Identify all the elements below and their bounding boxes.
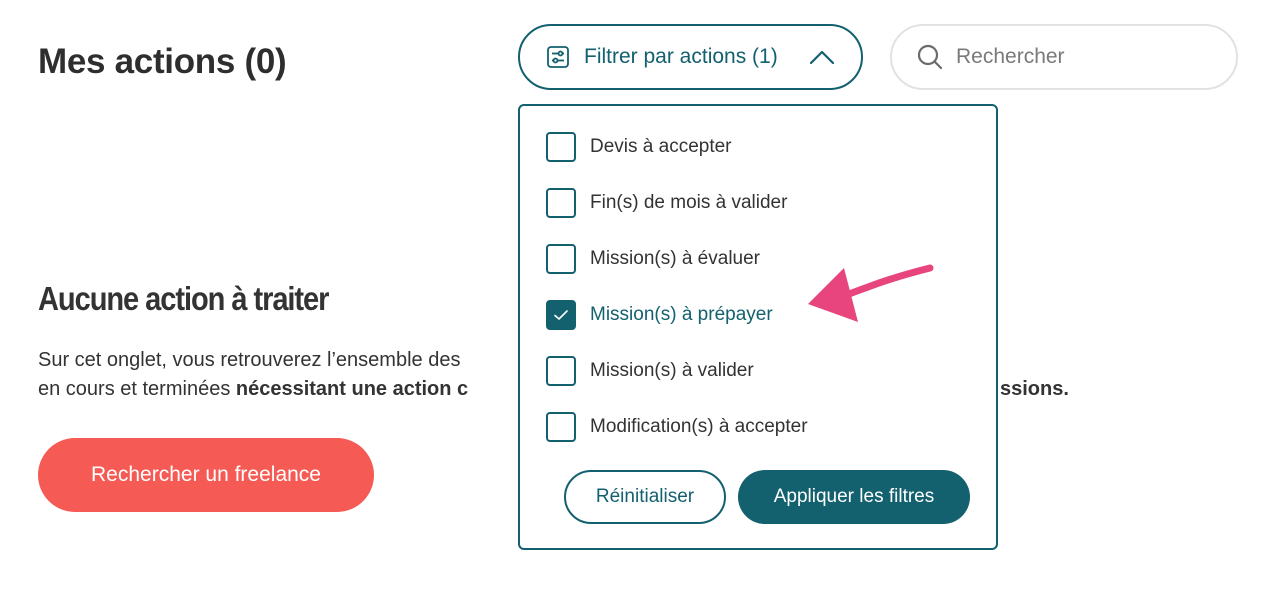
filter-option-prepayer[interactable]: Mission(s) à prépayer bbox=[546, 300, 773, 330]
search-icon bbox=[916, 43, 944, 71]
checkmark-icon bbox=[554, 310, 568, 320]
empty-state-line2-text: en cours et terminées bbox=[38, 378, 236, 400]
checkbox-checked[interactable] bbox=[546, 300, 576, 330]
empty-state-description-line1: Sur cet onglet, vous retrouverez l’ensem… bbox=[38, 349, 461, 371]
checkbox[interactable] bbox=[546, 356, 576, 386]
filter-option-label: Devis à accepter bbox=[590, 136, 732, 157]
checkbox[interactable] bbox=[546, 132, 576, 162]
chevron-up-icon bbox=[809, 47, 835, 67]
empty-state-description-line2: en cours et terminées nécessitant une ac… bbox=[38, 378, 468, 401]
sliders-icon bbox=[546, 45, 570, 69]
filter-option-fin-de-mois[interactable]: Fin(s) de mois à valider bbox=[546, 188, 787, 218]
filter-option-devis[interactable]: Devis à accepter bbox=[546, 132, 732, 162]
filter-option-label: Fin(s) de mois à valider bbox=[590, 192, 788, 213]
checkbox[interactable] bbox=[546, 244, 576, 274]
empty-state-title: Aucune action à traiter bbox=[38, 280, 329, 317]
search-input[interactable] bbox=[956, 45, 1216, 69]
checkbox[interactable] bbox=[546, 188, 576, 218]
arrow-annotation-icon bbox=[808, 264, 934, 322]
empty-state-line2-bold: nécessitant une action c bbox=[235, 378, 469, 400]
filter-option-label: Mission(s) à prépayer bbox=[590, 304, 773, 325]
filter-option-evaluer[interactable]: Mission(s) à évaluer bbox=[546, 244, 760, 274]
filter-option-valider[interactable]: Mission(s) à valider bbox=[546, 356, 754, 386]
filter-option-label: Mission(s) à évaluer bbox=[590, 248, 760, 269]
filter-option-label: Mission(s) à valider bbox=[590, 360, 754, 381]
filter-option-label: Modification(s) à accepter bbox=[590, 416, 808, 437]
filter-actions-button[interactable]: Filtrer par actions (1) bbox=[518, 24, 863, 90]
filter-option-modification[interactable]: Modification(s) à accepter bbox=[546, 412, 808, 442]
search-field[interactable] bbox=[890, 24, 1238, 90]
page-title: Mes actions (0) bbox=[38, 42, 287, 81]
empty-state-line2-tail: ssions. bbox=[1000, 378, 1069, 400]
search-freelance-button[interactable]: Rechercher un freelance bbox=[38, 438, 374, 512]
filter-button-label: Filtrer par actions (1) bbox=[584, 45, 778, 68]
reset-filters-button[interactable]: Réinitialiser bbox=[564, 470, 726, 524]
checkbox[interactable] bbox=[546, 412, 576, 442]
apply-filters-button[interactable]: Appliquer les filtres bbox=[738, 470, 970, 524]
